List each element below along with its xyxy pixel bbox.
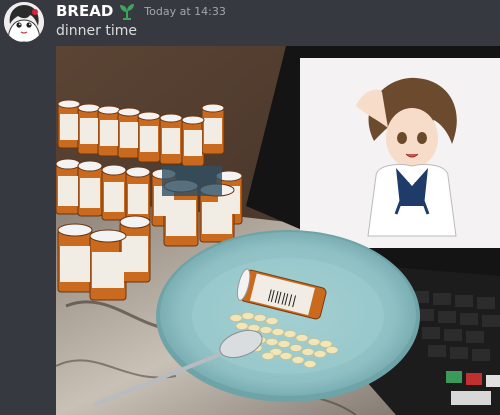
message-header: BREAD Today at 14:33	[56, 0, 226, 22]
avatar-image	[4, 2, 44, 42]
chat-message: BREAD Today at 14:33 dinner time	[0, 0, 500, 415]
seedling-icon	[118, 2, 136, 20]
message-timestamp: Today at 14:33	[144, 4, 226, 18]
username[interactable]: BREAD	[56, 2, 113, 20]
image-attachment[interactable]	[56, 46, 500, 415]
dinner-plate-of-pills-photo	[56, 46, 500, 415]
avatar[interactable]	[4, 2, 44, 42]
message-text: dinner time	[56, 23, 137, 39]
